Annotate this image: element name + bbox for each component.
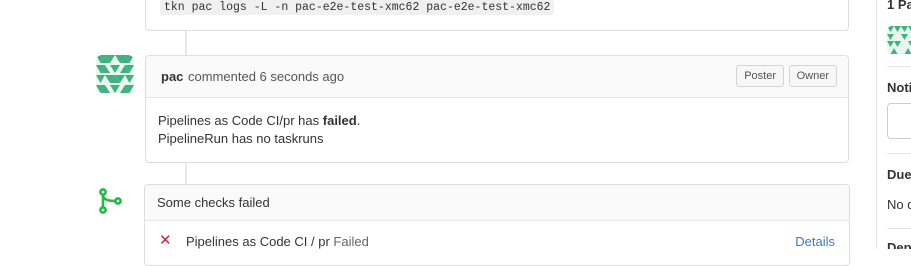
owner-badge: Owner [789, 65, 837, 87]
checks-box: Some checks failed ✕ Pipelines as Code C… [144, 184, 850, 266]
participant-avatar[interactable] [887, 26, 911, 54]
checks-header: Some checks failed [145, 185, 849, 221]
checks-title: Some checks failed [157, 195, 270, 210]
comment-header: pac commented 6 seconds ago Poster Owner [146, 56, 848, 98]
comment-box: pac commented 6 seconds ago Poster Owner… [145, 55, 849, 163]
check-row: ✕ Pipelines as Code CI / pr Failed Detai… [145, 231, 849, 253]
comment-body-line2: PipelineRun has no taskruns [158, 130, 360, 148]
comment-body-line1: Pipelines as Code CI/pr has failed. [158, 112, 360, 130]
right-sidebar: 1 Pa Noti Due No d Dep [876, 0, 911, 249]
due-date-value: No d [887, 197, 911, 212]
comment-timestamp[interactable]: commented 6 seconds ago [188, 69, 344, 84]
dependencies-label: Dep [887, 240, 911, 249]
comment-author[interactable]: pac [161, 69, 183, 84]
check-name: Pipelines as Code CI / pr Failed [186, 234, 369, 249]
body-text: Pipelines as Code CI/pr has [158, 113, 323, 128]
notifications-label: Noti [887, 80, 911, 95]
check-name-text: Pipelines as Code CI / pr [186, 234, 330, 249]
identicon-icon [96, 55, 134, 93]
sidebar-divider [887, 228, 911, 229]
check-status: Failed [333, 234, 368, 249]
command-code: tkn pac logs -L -n pac-e2e-test-xmc62 pa… [160, 0, 554, 15]
sidebar-divider [887, 66, 911, 67]
details-link[interactable]: Details [795, 234, 835, 249]
poster-badge: Poster [736, 65, 784, 87]
notifications-toggle[interactable] [887, 103, 911, 139]
due-date-label: Due [887, 167, 911, 182]
x-icon: ✕ [159, 233, 172, 248]
participants-label: 1 Pa [887, 0, 911, 12]
previous-comment-box: tkn pac logs -L -n pac-e2e-test-xmc62 pa… [145, 0, 849, 31]
git-branch-icon [98, 188, 126, 221]
body-bold-text: failed [323, 113, 357, 128]
body-suffix: . [357, 113, 361, 128]
sidebar-divider [887, 153, 911, 154]
avatar[interactable] [96, 55, 134, 93]
identicon-icon [887, 26, 911, 54]
comment-body: Pipelines as Code CI/pr has failed. Pipe… [158, 112, 360, 148]
